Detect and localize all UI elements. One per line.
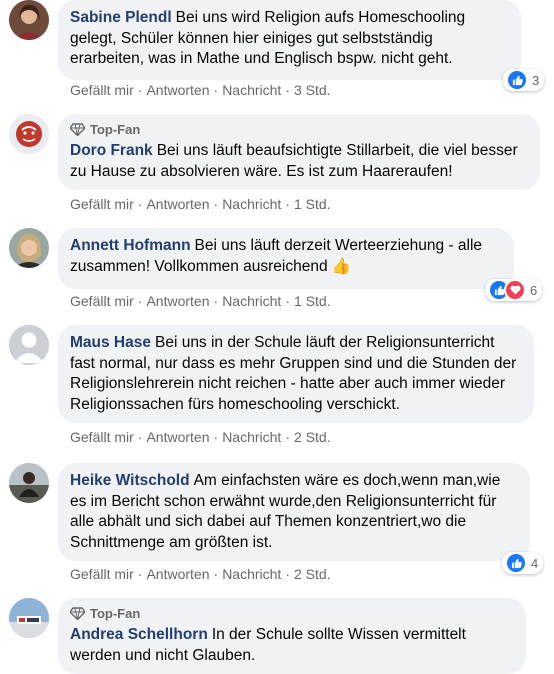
message-link[interactable]: Nachricht [222,82,281,98]
reaction-summary[interactable]: 4 [502,552,544,574]
timestamp[interactable]: 1 Std. [294,196,331,212]
reply-link[interactable]: Antworten [146,82,209,98]
timestamp[interactable]: 2 Std. [294,429,331,445]
timestamp[interactable]: 3 Std. [294,82,331,98]
message-link[interactable]: Nachricht [222,566,281,582]
diamond-icon [70,123,85,136]
avatar[interactable] [9,463,49,503]
comment-actions: Gefällt mir · Antworten · Nachricht · 2 Std… [70,429,331,445]
avatar[interactable] [9,114,49,154]
love-reaction-icon [504,279,526,301]
reply-link[interactable]: Antworten [146,293,209,309]
comment-bubble: Annett Hofmann Bei uns läuft derzeit Wert… [58,228,514,289]
diamond-icon [70,607,85,620]
reply-link[interactable]: Antworten [146,429,209,445]
comment-actions: Gefällt mir · Antworten · Nachricht · 1 Std… [70,293,331,309]
comment-text-block: Maus Hase Bei uns in der Schule läuft der… [70,333,522,415]
comment-bubble: Sabine Plendl Bei uns wird Religion aufs … [58,0,521,80]
message-link[interactable]: Nachricht [222,429,281,445]
comment-bubble: Top-Fan Doro Frank Bei uns läuft beaufsic… [58,114,540,190]
comment-author[interactable]: Sabine Plendl [70,9,172,26]
comment-author[interactable]: Andrea Schellhorn [70,626,208,643]
top-fan-badge[interactable]: Top-Fan [70,606,514,621]
like-link[interactable]: Gefällt mir [70,429,134,445]
reaction-count: 3 [532,72,540,88]
comment-bubble: Top-Fan Andrea Schellhorn In der Schule s… [58,598,526,674]
like-reaction-icon [505,552,527,574]
like-link[interactable]: Gefällt mir [70,196,134,212]
comment-actions: Gefällt mir · Antworten · Nachricht · 2 Std… [70,566,331,582]
comment-text-block: Doro Frank Bei uns läuft beaufsichtigte S… [70,141,528,182]
comment-author[interactable]: Heike Witschold [70,472,190,489]
message-link[interactable]: Nachricht [222,293,281,309]
comment-author[interactable]: Doro Frank [70,142,153,159]
comment-actions: Gefällt mir · Antworten · Nachricht · 3 Std… [70,82,331,98]
badge-label: Top-Fan [90,606,141,621]
like-link[interactable]: Gefällt mir [70,293,134,309]
comment-bubble: Heike Witschold Am einfachsten wäre es do… [58,463,530,561]
reaction-summary[interactable]: 6 [485,279,543,301]
message-link[interactable]: Nachricht [222,196,281,212]
comment-author[interactable]: Maus Hase [70,334,151,351]
avatar[interactable] [9,325,49,365]
reaction-count: 4 [531,555,539,571]
comment-text-block: Heike Witschold Am einfachsten wäre es do… [70,471,518,553]
comment-text-block: Andrea Schellhorn In der Schule sollte Wi… [70,625,514,666]
reaction-count: 6 [530,282,538,298]
avatar[interactable] [9,0,49,40]
top-fan-badge[interactable]: Top-Fan [70,122,528,137]
timestamp[interactable]: 2 Std. [294,566,331,582]
thumbs-up-emoji: 👍 [331,257,352,275]
comment-actions: Gefällt mir · Antworten · Nachricht · 1 Std… [70,196,331,212]
comment-bubble: Maus Hase Bei uns in der Schule läuft der… [58,325,534,423]
avatar[interactable] [9,598,49,638]
comment-text-block: Sabine Plendl Bei uns wird Religion aufs … [70,8,509,70]
like-reaction-icon [506,69,528,91]
reply-link[interactable]: Antworten [146,196,209,212]
reply-link[interactable]: Antworten [146,566,209,582]
avatar[interactable] [9,228,49,268]
like-link[interactable]: Gefällt mir [70,566,134,582]
comment-text-block: Annett Hofmann Bei uns läuft derzeit Wert… [70,236,502,277]
like-link[interactable]: Gefällt mir [70,82,134,98]
reaction-summary[interactable]: 3 [503,69,545,91]
comment-author[interactable]: Annett Hofmann [70,237,191,254]
badge-label: Top-Fan [90,122,141,137]
timestamp[interactable]: 1 Std. [294,293,331,309]
